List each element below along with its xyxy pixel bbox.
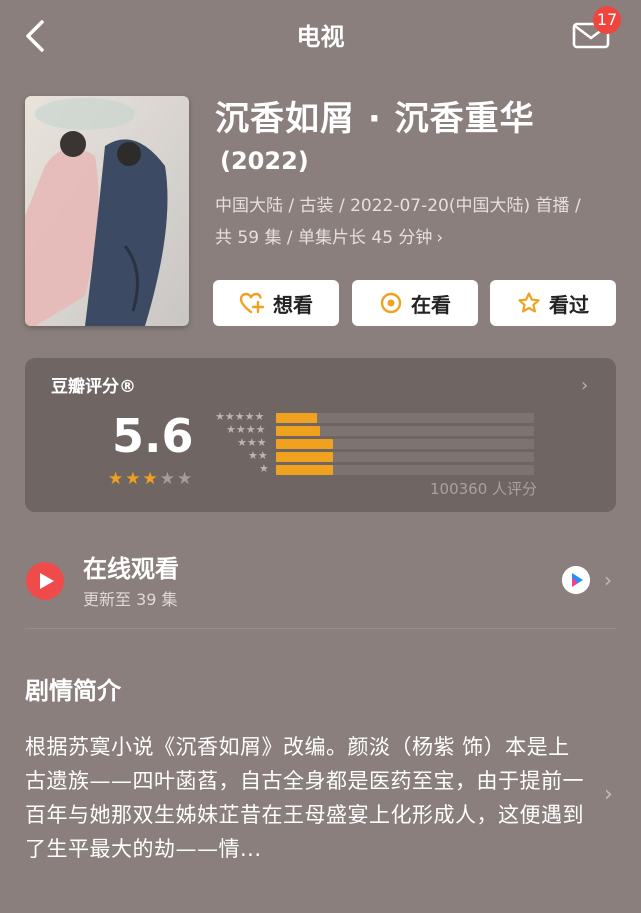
notification-badge: 17 [593, 6, 621, 34]
distribution-bar [276, 413, 318, 423]
distribution-track [276, 426, 534, 436]
distribution-track [276, 452, 534, 462]
star-outline-icon [518, 292, 540, 313]
rating-count: 100360 人评分 [430, 480, 538, 498]
distribution-stars: ★★★ [237, 436, 267, 449]
distribution-bar [276, 452, 333, 462]
star-filled-icon: ★ [142, 469, 158, 489]
target-icon [380, 292, 402, 314]
poster-image[interactable] [25, 96, 189, 326]
chevron-right-icon[interactable]: › [581, 375, 588, 396]
star-filled-icon: ★ [125, 469, 141, 489]
rating-distribution-row: ★ [208, 462, 538, 476]
distribution-bar [276, 465, 333, 475]
star-empty-icon: ★ [177, 469, 193, 489]
distribution-bar [276, 439, 333, 449]
synopsis-title: 剧情简介 [25, 677, 121, 705]
distribution-track [276, 465, 534, 475]
watched-button[interactable]: 看过 [490, 280, 616, 326]
synopsis-text[interactable]: 根据苏寞小说《沉香如屑》改编。颜淡（杨紫 饰）本是上古遗族——四叶菡萏，自古全身… [25, 730, 585, 866]
show-title: 沉香如屑 · 沉香重华 [215, 99, 535, 139]
chevron-right-icon: › [436, 228, 444, 248]
heart-plus-icon [239, 292, 265, 314]
online-watch-subtitle: 更新至 39 集 [83, 590, 178, 609]
distribution-stars: ★★ [248, 449, 268, 462]
show-year: (2022) [220, 147, 309, 175]
distribution-stars: ★ [259, 462, 269, 475]
distribution-bar [276, 426, 320, 436]
show-meta-line1: 中国大陆 / 古装 / 2022-07-20(中国大陆) 首播 / [215, 196, 581, 216]
want-to-watch-button[interactable]: 想看 [213, 280, 339, 326]
rating-label: 豆瓣评分® [51, 377, 136, 397]
play-icon[interactable] [26, 562, 64, 600]
want-label: 想看 [273, 292, 313, 317]
chevron-right-icon[interactable]: › [604, 568, 612, 592]
star-filled-icon: ★ [108, 469, 124, 489]
distribution-track [276, 413, 534, 423]
watching-label: 在看 [411, 292, 451, 317]
youku-icon[interactable] [562, 566, 590, 594]
distribution-track [276, 439, 534, 449]
distribution-stars: ★★★★★ [215, 410, 265, 423]
rating-distribution-row: ★★ [208, 449, 538, 463]
page-title: 电视 [296, 23, 345, 51]
online-watch-title[interactable]: 在线观看 [83, 552, 179, 586]
star-empty-icon: ★ [159, 469, 175, 489]
watching-button[interactable]: 在看 [352, 280, 478, 326]
rating-score: 5.6 [112, 409, 194, 463]
show-meta-line2[interactable]: 共 59 集 / 单集片长 45 分钟 › [215, 224, 443, 252]
show-meta-text: 共 59 集 / 单集片长 45 分钟 [215, 228, 433, 248]
chevron-right-icon[interactable]: › [604, 782, 613, 807]
distribution-stars: ★★★★ [226, 423, 266, 436]
divider [25, 628, 616, 629]
watched-label: 看过 [549, 292, 589, 317]
rating-stars: ★ ★ ★ ★ ★ [108, 470, 192, 488]
